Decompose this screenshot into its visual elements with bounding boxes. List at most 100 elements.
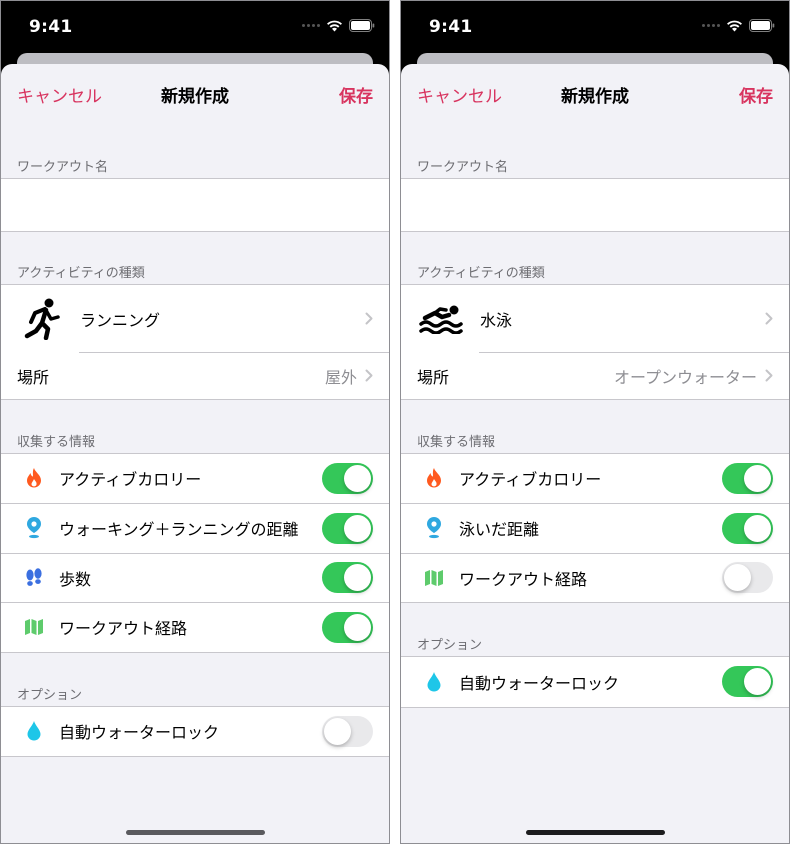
- section-header-options: オプション: [417, 638, 483, 653]
- workout-name-field[interactable]: [1, 179, 389, 231]
- cellular-signal-icon: [702, 24, 720, 27]
- cancel-button[interactable]: キャンセル: [17, 82, 102, 107]
- footsteps-icon: [23, 567, 45, 589]
- status-bar: 9:41: [1, 1, 389, 59]
- location-value: 屋外: [324, 367, 357, 387]
- workout-name-group: [1, 178, 389, 232]
- section-header-workout-name: ワークアウト名: [17, 160, 109, 175]
- home-indicator: [526, 830, 665, 835]
- toggle-row-water-lock: 自動ウォーターロック: [401, 657, 789, 707]
- workout-route-label: ワークアウト経路: [459, 569, 588, 589]
- chevron-right-icon: [765, 369, 773, 382]
- activity-type-row[interactable]: ランニング: [1, 285, 389, 352]
- chevron-right-icon: [365, 369, 373, 382]
- water-drop-icon: [23, 720, 45, 742]
- map-icon: [423, 567, 445, 589]
- activity-group: ランニング 場所 屋外: [1, 284, 389, 400]
- section-header-options: オプション: [17, 687, 83, 703]
- activity-type-label: 水泳: [480, 310, 513, 330]
- location-row[interactable]: 場所 オープンウォーター: [401, 353, 789, 399]
- home-indicator: [126, 830, 265, 835]
- water-lock-label: 自動ウォーターロック: [459, 673, 620, 693]
- water-lock-toggle[interactable]: [722, 666, 773, 698]
- status-time: 9:41: [29, 17, 73, 37]
- section-header-collected-data: 収集する情報: [17, 434, 96, 450]
- status-time: 9:41: [429, 17, 473, 37]
- location-pin-icon: [23, 517, 45, 539]
- battery-icon: [749, 19, 775, 32]
- wifi-icon: [727, 20, 742, 31]
- active-calories-toggle[interactable]: [722, 462, 773, 494]
- toggle-knob: [344, 564, 371, 592]
- navigation-bar: キャンセル 新規作成 保存: [401, 64, 789, 121]
- map-icon: [23, 616, 45, 638]
- toggle-row-workout-route: ワークアウト経路: [401, 552, 789, 603]
- distance-label: ウォーキング＋ランニングの距離: [59, 520, 299, 540]
- activity-type-row[interactable]: 水泳: [401, 285, 789, 352]
- running-figure-icon: [17, 295, 65, 343]
- cancel-button[interactable]: キャンセル: [417, 82, 502, 107]
- location-pin-icon: [423, 517, 445, 539]
- toggle-knob: [744, 464, 771, 492]
- flame-icon: [423, 467, 445, 489]
- new-workout-sheet: キャンセル 新規作成 保存 ワークアウト名 アクティビティの種類: [401, 64, 789, 843]
- location-value: オープンウォーター: [613, 367, 757, 387]
- location-label: 場所: [17, 367, 50, 387]
- section-header-workout-name: ワークアウト名: [417, 160, 509, 175]
- location-row[interactable]: 場所 屋外: [1, 353, 389, 399]
- swim-distance-toggle[interactable]: [722, 512, 773, 544]
- active-calories-label: アクティブカロリー: [59, 470, 202, 490]
- water-drop-icon: [423, 671, 445, 693]
- status-bar: 9:41: [401, 1, 789, 59]
- options-group: 自動ウォーターロック: [401, 656, 789, 708]
- wifi-icon: [327, 20, 342, 31]
- collected-data-group: アクティブカロリー 泳いだ距離 ワークアウト経路: [401, 452, 789, 603]
- activity-group: 水泳 場所 オープンウォーター: [401, 284, 789, 400]
- location-label: 場所: [417, 367, 450, 387]
- toggle-row-swim-distance: 泳いだ距離: [401, 503, 789, 553]
- phone-running: 9:41 キャンセル 新規作成 保存 ワークアウト名 アクティビティの種類 ラン…: [0, 0, 390, 844]
- section-header-collected-data: 収集する情報: [417, 434, 496, 450]
- toggle-row-workout-route: ワークアウト経路: [1, 602, 389, 652]
- toggle-row-active-calories: アクティブカロリー: [1, 454, 389, 504]
- workout-name-group: [401, 178, 789, 232]
- chevron-right-icon: [365, 312, 373, 325]
- toggle-row-walking-running-distance: ウォーキング＋ランニングの距離: [1, 503, 389, 553]
- workout-route-label: ワークアウト経路: [59, 619, 188, 639]
- water-lock-label: 自動ウォーターロック: [59, 723, 220, 743]
- section-header-activity-type: アクティビティの種類: [417, 266, 545, 281]
- phone-swimming: 9:41 キャンセル 新規作成 保存 ワークアウト名 アクティビティの種類 水泳…: [400, 0, 790, 844]
- toggle-row-steps: 歩数: [1, 552, 389, 603]
- flame-icon: [23, 467, 45, 489]
- workout-name-field[interactable]: [401, 179, 789, 231]
- toggle-knob: [744, 514, 771, 542]
- water-lock-toggle[interactable]: [322, 715, 373, 747]
- activity-type-label: ランニング: [80, 310, 161, 330]
- steps-toggle[interactable]: [322, 562, 373, 594]
- chevron-right-icon: [765, 312, 773, 325]
- toggle-knob: [344, 514, 371, 542]
- cellular-signal-icon: [302, 24, 320, 27]
- status-icons: [702, 19, 775, 32]
- swim-distance-label: 泳いだ距離: [459, 520, 540, 540]
- save-button[interactable]: 保存: [739, 82, 773, 107]
- battery-icon: [349, 19, 375, 32]
- section-header-activity-type: アクティビティの種類: [17, 266, 145, 281]
- options-group: 自動ウォーターロック: [1, 705, 389, 757]
- collected-data-group: アクティブカロリー ウォーキング＋ランニングの距離 歩数 ワークアウト経路: [1, 452, 389, 653]
- toggle-row-water-lock: 自動ウォーターロック: [1, 707, 389, 757]
- navigation-bar: キャンセル 新規作成 保存: [1, 64, 389, 121]
- active-calories-label: アクティブカロリー: [459, 470, 602, 490]
- toggle-knob: [344, 613, 371, 641]
- toggle-knob: [744, 668, 771, 696]
- distance-toggle[interactable]: [322, 512, 373, 544]
- toggle-row-active-calories: アクティブカロリー: [401, 454, 789, 504]
- active-calories-toggle[interactable]: [322, 462, 373, 494]
- save-button[interactable]: 保存: [339, 82, 373, 107]
- steps-label: 歩数: [59, 569, 92, 589]
- toggle-knob: [324, 717, 351, 745]
- swimming-figure-icon: [417, 295, 465, 343]
- new-workout-sheet: キャンセル 新規作成 保存 ワークアウト名 アクティビティの種類: [1, 64, 389, 843]
- workout-route-toggle[interactable]: [722, 562, 773, 594]
- workout-route-toggle[interactable]: [322, 611, 373, 643]
